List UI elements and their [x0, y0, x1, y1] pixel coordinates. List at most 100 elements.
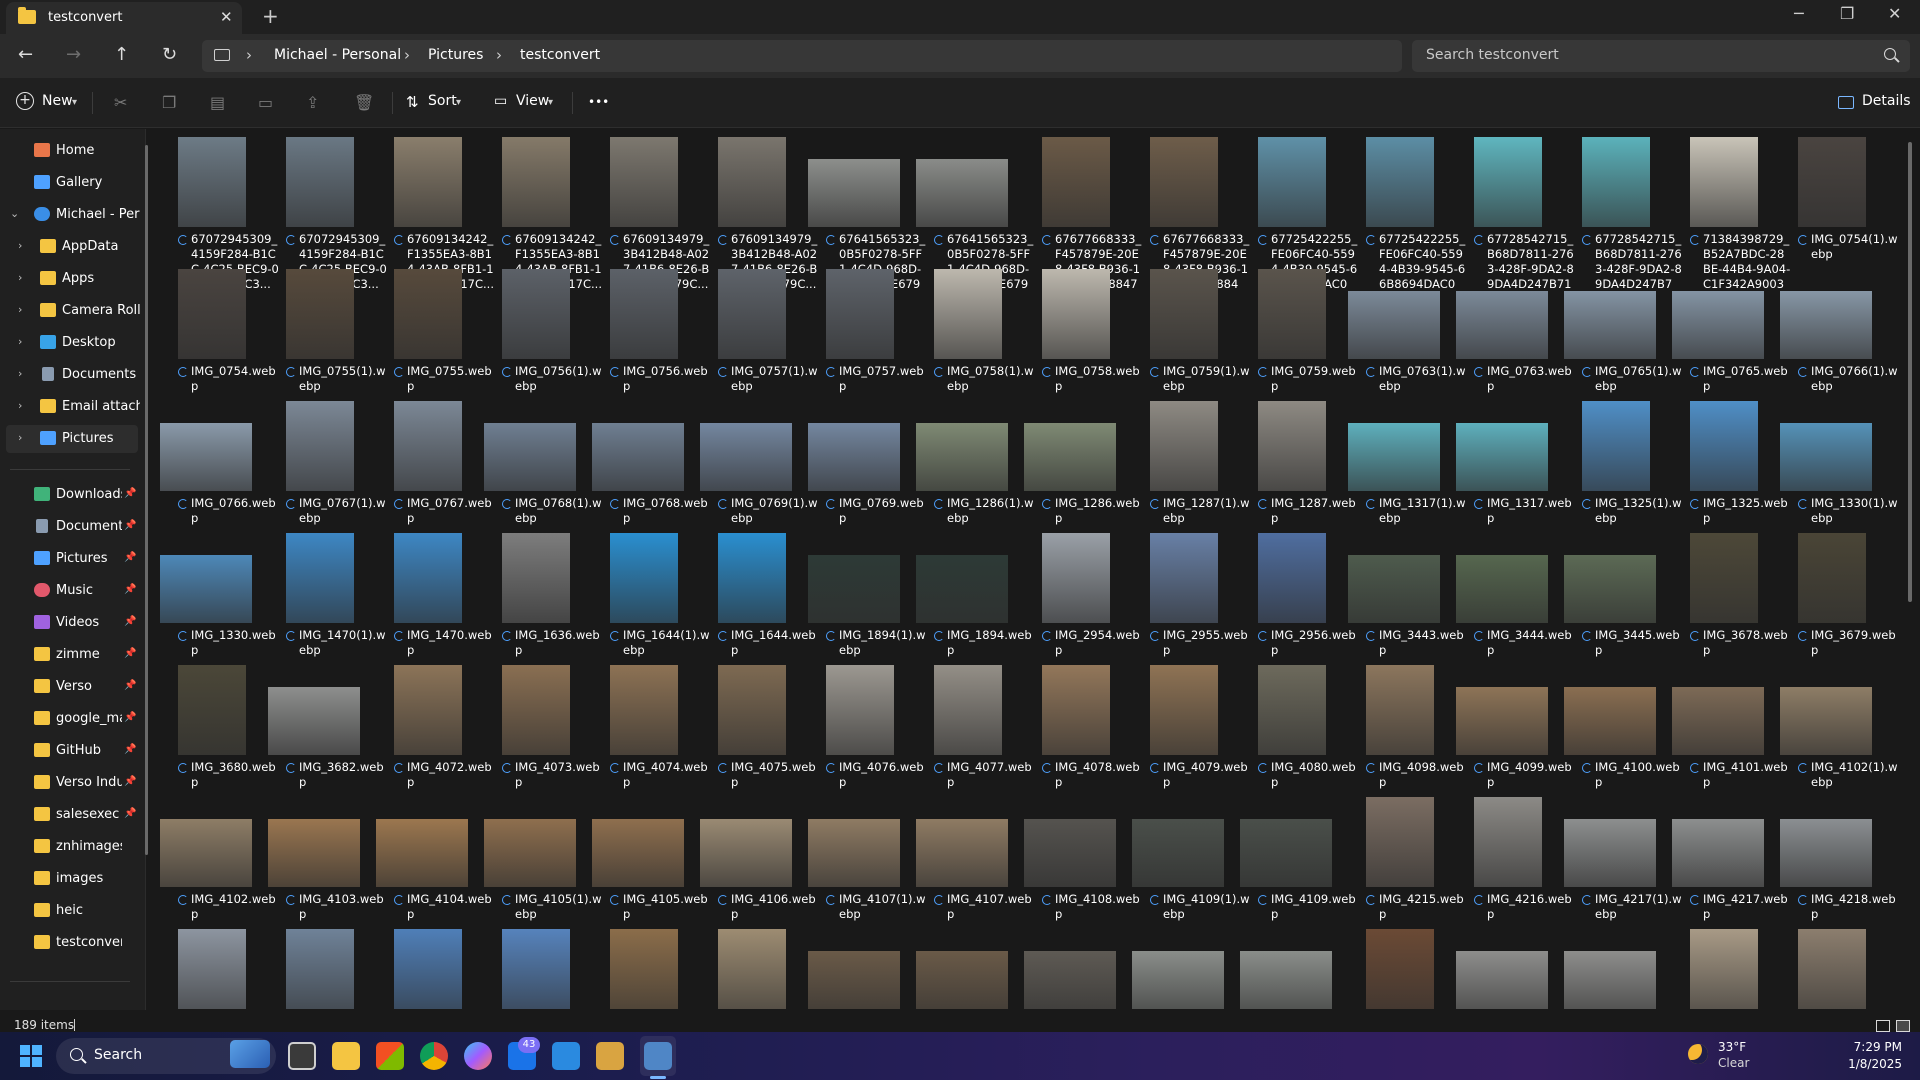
large-icons-view-icon[interactable] — [1896, 1020, 1910, 1032]
sidebar-item-gallery[interactable]: Gallery — [0, 169, 140, 197]
file-tile[interactable]: IMG_4102(1).webp — [1780, 665, 1898, 805]
file-tile[interactable]: 71384398729_B52A7BDC-28BE-44B4-9A04-C1F3… — [1672, 137, 1790, 306]
paste-icon[interactable]: ▤ — [210, 93, 225, 112]
file-tile[interactable]: 67677668333_F457879E-20E8-43F8-B936-12C6… — [1024, 137, 1141, 306]
file-tile[interactable]: IMG_3678.webp — [1672, 533, 1788, 673]
image-thumbnail[interactable] — [916, 159, 1008, 227]
file-tile[interactable]: IMG_0755.webp — [376, 269, 492, 409]
file-tile[interactable]: IMG_0754(1).webp — [1780, 137, 1898, 277]
image-thumbnail[interactable] — [718, 665, 786, 755]
image-thumbnail[interactable] — [1474, 797, 1542, 887]
close-tab-button[interactable]: ✕ — [220, 8, 233, 26]
file-tile[interactable]: IMG_4106.webp — [700, 797, 816, 937]
file-tile[interactable]: IMG_0766.webp — [160, 401, 276, 541]
file-tile[interactable]: IMG_0757(1).webp — [700, 269, 818, 409]
file-tile[interactable] — [592, 929, 692, 1009]
file-tile[interactable]: IMG_4217(1).webp — [1564, 797, 1682, 937]
windows-start-icon[interactable] — [20, 1045, 42, 1067]
sidebar-item-email-attachments[interactable]: › Email attachments — [0, 393, 140, 421]
image-thumbnail[interactable] — [1564, 687, 1656, 755]
more-options-button[interactable]: ••• — [588, 95, 609, 109]
image-thumbnail[interactable] — [1348, 291, 1440, 359]
file-tile[interactable] — [1672, 929, 1772, 1009]
image-thumbnail[interactable] — [178, 665, 246, 755]
file-tile[interactable]: IMG_0763(1).webp — [1348, 269, 1466, 409]
sidebar-item-github[interactable]: GitHub 📌 — [0, 737, 140, 765]
search-box[interactable]: Search testconvert — [1412, 40, 1910, 72]
image-thumbnail[interactable] — [1042, 137, 1110, 227]
minimize-button[interactable]: ─ — [1794, 4, 1804, 23]
file-tile[interactable] — [268, 929, 368, 1009]
image-thumbnail[interactable] — [1798, 929, 1866, 1009]
file-tile[interactable]: IMG_4216.webp — [1456, 797, 1572, 937]
sidebar-item-testconvert[interactable]: testconvert — [0, 929, 140, 957]
image-thumbnail[interactable] — [1690, 533, 1758, 623]
image-thumbnail[interactable] — [934, 269, 1002, 359]
file-tile[interactable]: IMG_4078.webp — [1024, 665, 1140, 805]
clock-time[interactable]: 7:29 PM — [1852, 1040, 1902, 1054]
file-tile[interactable]: 67725422255_FE06FC40-5594-4B39-9545-66B8… — [1348, 137, 1465, 306]
image-thumbnail[interactable] — [1780, 687, 1872, 755]
chevron-down-icon[interactable]: ⌄ — [10, 207, 19, 220]
file-tile[interactable]: IMG_0759.webp — [1240, 269, 1356, 409]
file-tile[interactable]: IMG_4076.webp — [808, 665, 924, 805]
file-tile[interactable]: IMG_4215.webp — [1348, 797, 1464, 937]
new-tab-button[interactable]: + — [262, 4, 279, 28]
address-bar[interactable]: › Michael - Personal › Pictures › testco… — [202, 40, 1402, 72]
file-tile[interactable]: IMG_1330(1).webp — [1780, 401, 1898, 541]
image-thumbnail[interactable] — [1150, 533, 1218, 623]
file-tile[interactable] — [1456, 929, 1556, 1009]
sidebar-item-camera-roll[interactable]: › Camera Roll — [0, 297, 141, 325]
image-thumbnail[interactable] — [1150, 665, 1218, 755]
moon-icon[interactable] — [1688, 1044, 1708, 1064]
file-tile[interactable]: IMG_0755(1).webp — [268, 269, 386, 409]
file-tile[interactable]: IMG_0765.webp — [1672, 269, 1788, 409]
image-thumbnail[interactable] — [1690, 401, 1758, 491]
image-thumbnail[interactable] — [1132, 951, 1224, 1009]
file-tile[interactable]: 67728542715_B68D7811-2763-428F-9DA2-89DA… — [1456, 137, 1574, 306]
sidebar-item-apps[interactable]: › Apps — [0, 265, 140, 293]
file-tile[interactable] — [700, 929, 800, 1009]
sidebar-item-downloads[interactable]: Downloads 📌 — [0, 481, 140, 509]
image-thumbnail[interactable] — [502, 269, 570, 359]
file-tile[interactable]: IMG_4074.webp — [592, 665, 708, 805]
file-tile[interactable]: 67677668333_F457879E-20E8-43F8-B936-12C6… — [1132, 137, 1249, 306]
file-tile[interactable]: IMG_4099.webp — [1456, 665, 1572, 805]
image-thumbnail[interactable] — [1780, 291, 1872, 359]
file-tile[interactable]: 67609134979_3B412B48-A027-41B6-8E26-B62A… — [700, 137, 817, 291]
image-thumbnail[interactable] — [1456, 555, 1548, 623]
image-thumbnail[interactable] — [916, 555, 1008, 623]
chrome-icon[interactable] — [420, 1042, 448, 1070]
close-window-button[interactable]: ✕ — [1888, 4, 1901, 23]
image-thumbnail[interactable] — [502, 929, 570, 1009]
weather-temperature[interactable]: 33°F — [1718, 1040, 1746, 1054]
new-button[interactable]: New — [42, 93, 73, 109]
image-thumbnail[interactable] — [700, 819, 792, 887]
image-thumbnail[interactable] — [1456, 951, 1548, 1009]
image-thumbnail[interactable] — [286, 269, 354, 359]
image-thumbnail[interactable] — [286, 929, 354, 1009]
image-thumbnail[interactable] — [502, 533, 570, 623]
breadcrumb-pictures[interactable]: Pictures — [428, 47, 483, 63]
weather-condition[interactable]: Clear — [1718, 1056, 1749, 1070]
image-thumbnail[interactable] — [1456, 291, 1548, 359]
image-thumbnail[interactable] — [826, 665, 894, 755]
image-thumbnail[interactable] — [394, 665, 462, 755]
sidebar-item-salesexec[interactable]: salesexec 📌 — [0, 801, 140, 829]
image-thumbnail[interactable] — [1366, 137, 1434, 227]
image-thumbnail[interactable] — [718, 533, 786, 623]
file-tile[interactable]: IMG_1317.webp — [1456, 401, 1572, 541]
image-thumbnail[interactable] — [610, 269, 678, 359]
task-view-icon[interactable] — [288, 1042, 316, 1070]
image-thumbnail[interactable] — [394, 137, 462, 227]
up-button[interactable]: ↑ — [114, 44, 129, 65]
chevron-right-icon[interactable]: › — [18, 271, 22, 284]
image-thumbnail[interactable] — [160, 819, 252, 887]
image-thumbnail[interactable] — [1150, 401, 1218, 491]
file-tile[interactable]: IMG_1470.webp — [376, 533, 492, 673]
image-thumbnail[interactable] — [1690, 929, 1758, 1009]
image-thumbnail[interactable] — [484, 819, 576, 887]
file-tile[interactable]: IMG_4101.webp — [1672, 665, 1788, 805]
notepad-icon[interactable] — [644, 1042, 672, 1070]
image-thumbnail[interactable] — [376, 819, 468, 887]
